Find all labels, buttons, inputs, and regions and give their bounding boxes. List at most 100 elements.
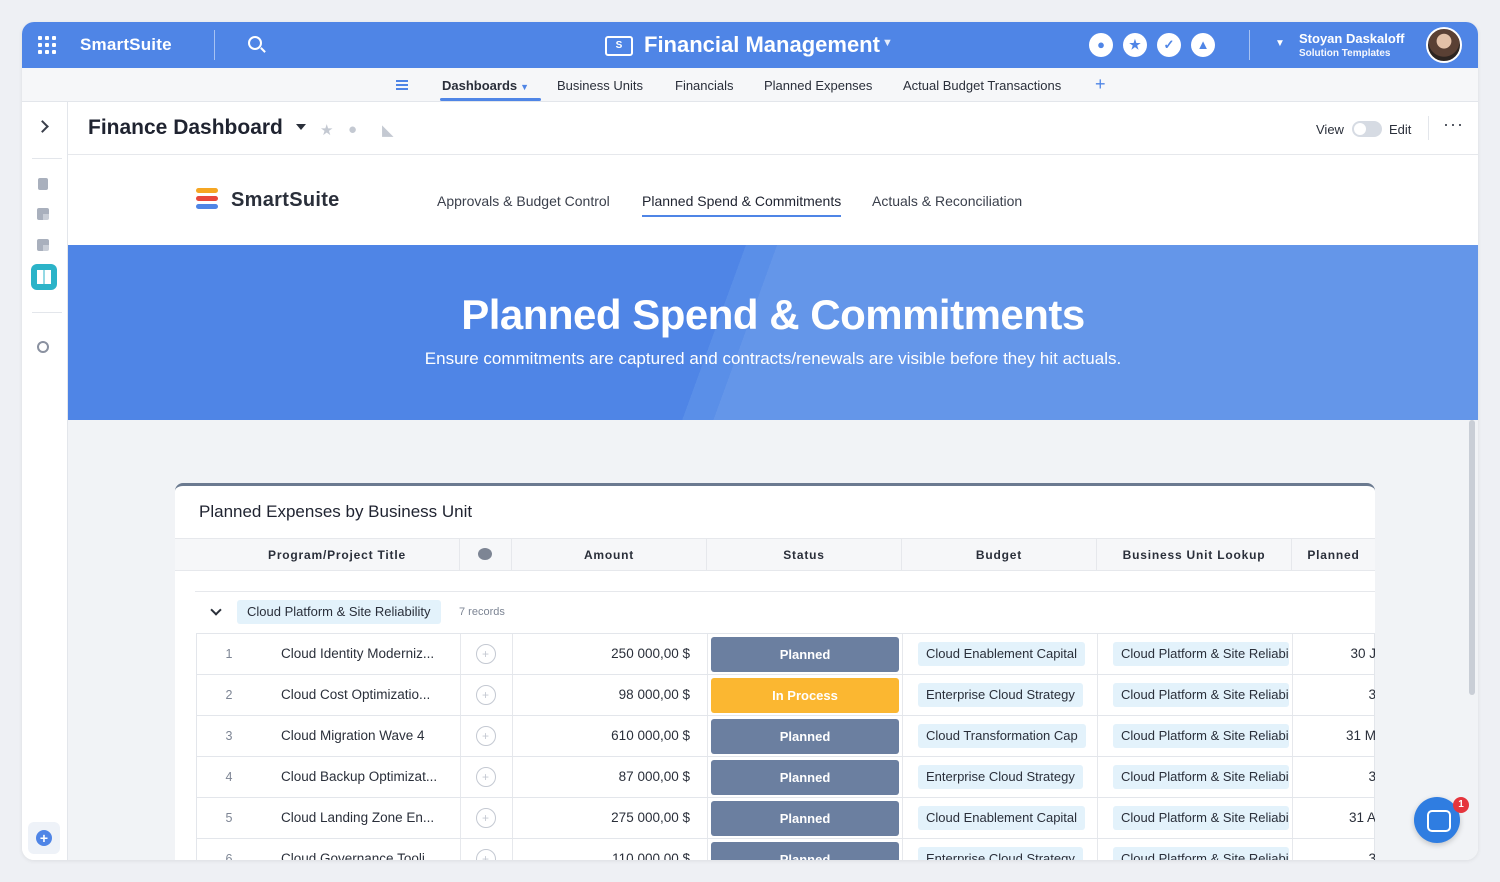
budget-link[interactable]: Enterprise Cloud Strategy (918, 847, 1083, 860)
tab-approvals[interactable]: Approvals & Budget Control (437, 193, 610, 209)
add-comment-icon[interactable] (476, 675, 496, 715)
business-unit-link[interactable]: Cloud Platform & Site Reliabi (1113, 724, 1289, 748)
comment-cell[interactable] (461, 634, 513, 674)
tab-planned-spend[interactable]: Planned Spend & Commitments (642, 193, 842, 217)
search-icon[interactable] (248, 36, 262, 50)
chevron-right-icon[interactable] (36, 120, 49, 133)
business-unit-link[interactable]: Cloud Platform & Site Reliabi (1113, 642, 1289, 666)
business-unit-cell[interactable]: Cloud Platform & Site Reliabi (1098, 716, 1293, 756)
business-unit-link[interactable]: Cloud Platform & Site Reliabi (1113, 847, 1289, 860)
comment-cell[interactable] (461, 757, 513, 797)
add-comment-icon[interactable] (476, 716, 496, 756)
project-title[interactable]: Cloud Identity Moderniz... (261, 634, 461, 674)
column-header[interactable]: Budget (902, 539, 1097, 571)
add-tab-icon[interactable]: + (1095, 74, 1106, 95)
workspace-title[interactable]: Financial Management (644, 32, 880, 58)
check-icon[interactable]: ✓ (1157, 33, 1181, 57)
budget-cell[interactable]: Cloud Enablement Capital (903, 634, 1098, 674)
user-circle-icon[interactable] (37, 341, 49, 353)
planned-date[interactable]: 31 M (1293, 716, 1375, 756)
add-comment-icon[interactable] (476, 839, 496, 860)
team-icon[interactable]: ● (348, 121, 357, 138)
business-unit-cell[interactable]: Cloud Platform & Site Reliabi (1098, 757, 1293, 797)
budget-cell[interactable]: Cloud Transformation Cap (903, 716, 1098, 756)
planned-date[interactable]: 3 (1293, 757, 1375, 797)
status-cell[interactable]: Planned (708, 757, 903, 797)
tab-actuals[interactable]: Actuals & Reconciliation (872, 193, 1022, 209)
budget-link[interactable]: Cloud Enablement Capital (918, 806, 1086, 830)
chevron-down-icon[interactable]: ▼ (882, 37, 893, 49)
budget-cell[interactable]: Cloud Enablement Capital (903, 798, 1098, 838)
more-icon[interactable]: ··· (1443, 114, 1464, 135)
star-icon[interactable]: ★ (320, 121, 333, 139)
comment-cell[interactable] (461, 798, 513, 838)
tab-business-units[interactable]: Business Units (557, 78, 643, 93)
status-badge[interactable]: Planned (711, 801, 899, 836)
avatar[interactable] (1426, 27, 1462, 63)
status-badge[interactable]: Planned (711, 842, 899, 860)
bell-icon[interactable]: ▲ (1191, 33, 1215, 57)
tab-dashboards[interactable]: Dashboards ▼ (439, 78, 542, 101)
amount[interactable]: 110 000,00 $ (513, 839, 708, 860)
amount[interactable]: 250 000,00 $ (513, 634, 708, 674)
add-comment-icon[interactable] (476, 798, 496, 838)
amount[interactable]: 87 000,00 $ (513, 757, 708, 797)
budget-link[interactable]: Cloud Transformation Cap (918, 724, 1086, 748)
status-badge[interactable]: Planned (711, 760, 899, 795)
tab-planned-expenses[interactable]: Planned Expenses (764, 78, 872, 93)
table-row[interactable]: 2 Cloud Cost Optimizatio... 98 000,00 $In … (196, 674, 1375, 715)
scrollbar[interactable] (1469, 420, 1475, 695)
document-icon[interactable] (38, 178, 48, 190)
user-name[interactable]: Stoyan Daskaloff (1299, 31, 1404, 46)
project-title[interactable]: Cloud Landing Zone En... (261, 798, 461, 838)
status-cell[interactable]: In Process (708, 675, 903, 715)
business-unit-link[interactable]: Cloud Platform & Site Reliabi (1113, 683, 1289, 707)
comment-cell[interactable] (461, 716, 513, 756)
budget-link[interactable]: Enterprise Cloud Strategy (918, 765, 1083, 789)
status-cell[interactable]: Planned (708, 716, 903, 756)
budget-link[interactable]: Enterprise Cloud Strategy (918, 683, 1083, 707)
business-unit-cell[interactable]: Cloud Platform & Site Reliabi (1098, 798, 1293, 838)
team-icon[interactable]: ● (1089, 33, 1113, 57)
business-unit-link[interactable]: Cloud Platform & Site Reliabi (1113, 765, 1289, 789)
comment-cell[interactable] (461, 675, 513, 715)
layout-icon[interactable] (37, 239, 49, 251)
column-header-comments[interactable] (460, 539, 512, 571)
planned-date[interactable]: 31 A (1293, 798, 1375, 838)
business-unit-link[interactable]: Cloud Platform & Site Reliabi (1113, 806, 1289, 830)
table-row[interactable]: 4 Cloud Backup Optimizat... 87 000,00 $Pla… (196, 756, 1375, 797)
status-badge[interactable]: Planned (711, 719, 899, 754)
menu-icon[interactable] (396, 80, 408, 90)
chevron-down-icon[interactable]: ▼ (1275, 38, 1285, 49)
amount[interactable]: 275 000,00 $ (513, 798, 708, 838)
dashboard-icon[interactable] (31, 264, 57, 290)
planned-date[interactable]: 30 J (1293, 634, 1375, 674)
comment-cell[interactable] (461, 839, 513, 860)
status-badge[interactable]: In Process (711, 678, 899, 713)
table-row[interactable]: 1 Cloud Identity Moderniz... 250 000,00 $P… (196, 633, 1375, 674)
status-cell[interactable]: Planned (708, 839, 903, 860)
table-row[interactable]: 3 Cloud Migration Wave 4 610 000,00 $Plann… (196, 715, 1375, 756)
page-title[interactable]: Finance Dashboard (88, 116, 283, 140)
business-unit-cell[interactable]: Cloud Platform & Site Reliabi (1098, 839, 1293, 860)
planned-date[interactable]: 3 (1293, 839, 1375, 860)
business-unit-cell[interactable]: Cloud Platform & Site Reliabi (1098, 675, 1293, 715)
amount[interactable]: 98 000,00 $ (513, 675, 708, 715)
app-grid-icon[interactable] (38, 36, 56, 54)
view-edit-toggle[interactable] (1352, 121, 1382, 137)
chevron-down-icon[interactable] (296, 124, 306, 130)
star-icon[interactable]: ★ (1123, 33, 1147, 57)
project-title[interactable]: Cloud Cost Optimizatio... (261, 675, 461, 715)
business-unit-cell[interactable]: Cloud Platform & Site Reliabi (1098, 634, 1293, 674)
column-header[interactable]: Planned (1292, 539, 1375, 571)
budget-cell[interactable]: Enterprise Cloud Strategy (903, 839, 1098, 860)
amount[interactable]: 610 000,00 $ (513, 716, 708, 756)
project-title[interactable]: Cloud Migration Wave 4 (261, 716, 461, 756)
add-button[interactable] (28, 822, 60, 854)
add-comment-icon[interactable] (476, 757, 496, 797)
rss-icon[interactable]: ◣ (382, 121, 394, 139)
status-cell[interactable]: Planned (708, 634, 903, 674)
status-cell[interactable]: Planned (708, 798, 903, 838)
tab-actual-budget-transactions[interactable]: Actual Budget Transactions (903, 78, 1061, 93)
budget-cell[interactable]: Enterprise Cloud Strategy (903, 675, 1098, 715)
